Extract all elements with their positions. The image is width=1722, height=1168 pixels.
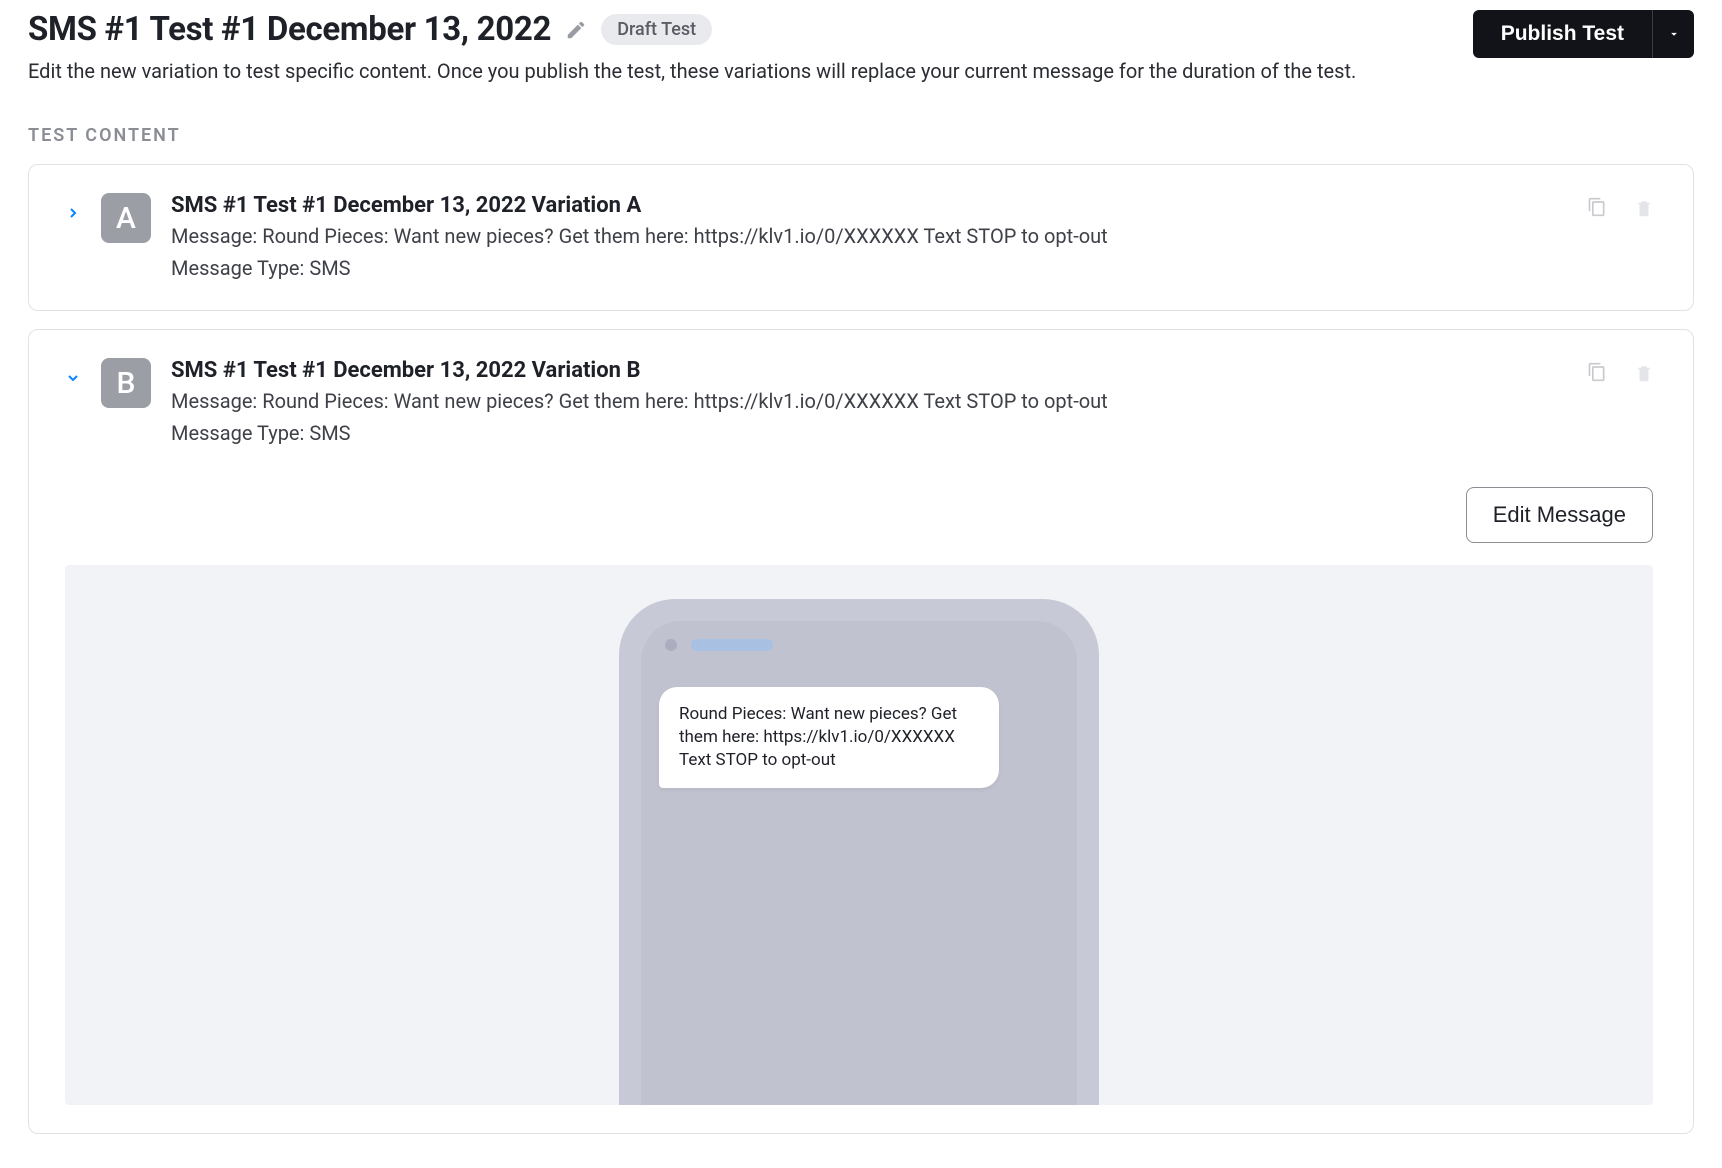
variation-text: SMS #1 Test #1 December 13, 2022 Variati…: [171, 358, 1567, 447]
variation-header: A SMS #1 Test #1 December 13, 2022 Varia…: [65, 193, 1653, 282]
variation-card-a: A SMS #1 Test #1 December 13, 2022 Varia…: [28, 164, 1694, 311]
sms-bubble: Round Pieces: Want new pieces? Get them …: [659, 687, 999, 788]
page-header: SMS #1 Test #1 December 13, 2022 Draft T…: [28, 10, 1694, 85]
header-left: SMS #1 Test #1 December 13, 2022 Draft T…: [28, 10, 1453, 85]
message-value: Round Pieces: Want new pieces? Get them …: [262, 224, 1107, 248]
section-label: TEST CONTENT: [28, 125, 1694, 146]
type-value: SMS: [309, 256, 350, 280]
copy-icon: [1587, 362, 1607, 382]
variation-message-line: Message: Round Pieces: Want new pieces? …: [171, 222, 1567, 250]
trash-icon: [1635, 362, 1653, 384]
variation-card-b: B SMS #1 Test #1 December 13, 2022 Varia…: [28, 329, 1694, 1134]
copy-variation-button[interactable]: [1587, 197, 1607, 217]
message-label: Message:: [171, 389, 257, 413]
variation-title: SMS #1 Test #1 December 13, 2022 Variati…: [171, 193, 1567, 218]
delete-variation-button[interactable]: [1635, 362, 1653, 384]
copy-variation-button[interactable]: [1587, 362, 1607, 382]
type-value: SMS: [309, 421, 350, 445]
type-label: Message Type:: [171, 256, 304, 280]
chevron-right-icon: [65, 205, 81, 221]
edit-message-row: Edit Message: [65, 487, 1653, 543]
speaker-bar-icon: [691, 639, 773, 651]
caret-down-icon: [1667, 27, 1681, 41]
page-subtitle: Edit the new variation to test specific …: [28, 57, 1453, 85]
edit-title-icon[interactable]: [565, 19, 587, 41]
phone-frame: Round Pieces: Want new pieces? Get them …: [619, 599, 1099, 1105]
phone-screen: Round Pieces: Want new pieces? Get them …: [641, 621, 1077, 1105]
variation-actions: [1587, 193, 1653, 219]
publish-button-group: Publish Test: [1473, 10, 1694, 58]
variation-title: SMS #1 Test #1 December 13, 2022 Variati…: [171, 358, 1567, 383]
copy-icon: [1587, 197, 1607, 217]
publish-test-button[interactable]: Publish Test: [1473, 10, 1652, 58]
message-label: Message:: [171, 224, 257, 248]
status-badge: Draft Test: [601, 14, 712, 45]
title-line: SMS #1 Test #1 December 13, 2022 Draft T…: [28, 10, 1453, 49]
trash-icon: [1635, 197, 1653, 219]
type-label: Message Type:: [171, 421, 304, 445]
variation-actions: [1587, 358, 1653, 384]
variation-badge: B: [101, 358, 151, 408]
speaker-dot-icon: [665, 639, 677, 651]
variation-message-line: Message: Round Pieces: Want new pieces? …: [171, 387, 1567, 415]
variation-type-line: Message Type: SMS: [171, 419, 1567, 447]
expand-toggle[interactable]: [65, 358, 81, 386]
variation-header: B SMS #1 Test #1 December 13, 2022 Varia…: [65, 358, 1653, 447]
page-title: SMS #1 Test #1 December 13, 2022: [28, 10, 551, 49]
variation-badge: A: [101, 193, 151, 243]
publish-test-dropdown[interactable]: [1652, 10, 1694, 58]
phone-speaker: [659, 639, 1059, 651]
edit-message-button[interactable]: Edit Message: [1466, 487, 1653, 543]
variation-text: SMS #1 Test #1 December 13, 2022 Variati…: [171, 193, 1567, 282]
sms-preview-panel: Round Pieces: Want new pieces? Get them …: [65, 565, 1653, 1105]
expand-toggle[interactable]: [65, 193, 81, 221]
variation-type-line: Message Type: SMS: [171, 254, 1567, 282]
message-value: Round Pieces: Want new pieces? Get them …: [262, 389, 1107, 413]
chevron-down-icon: [65, 370, 81, 386]
delete-variation-button[interactable]: [1635, 197, 1653, 219]
